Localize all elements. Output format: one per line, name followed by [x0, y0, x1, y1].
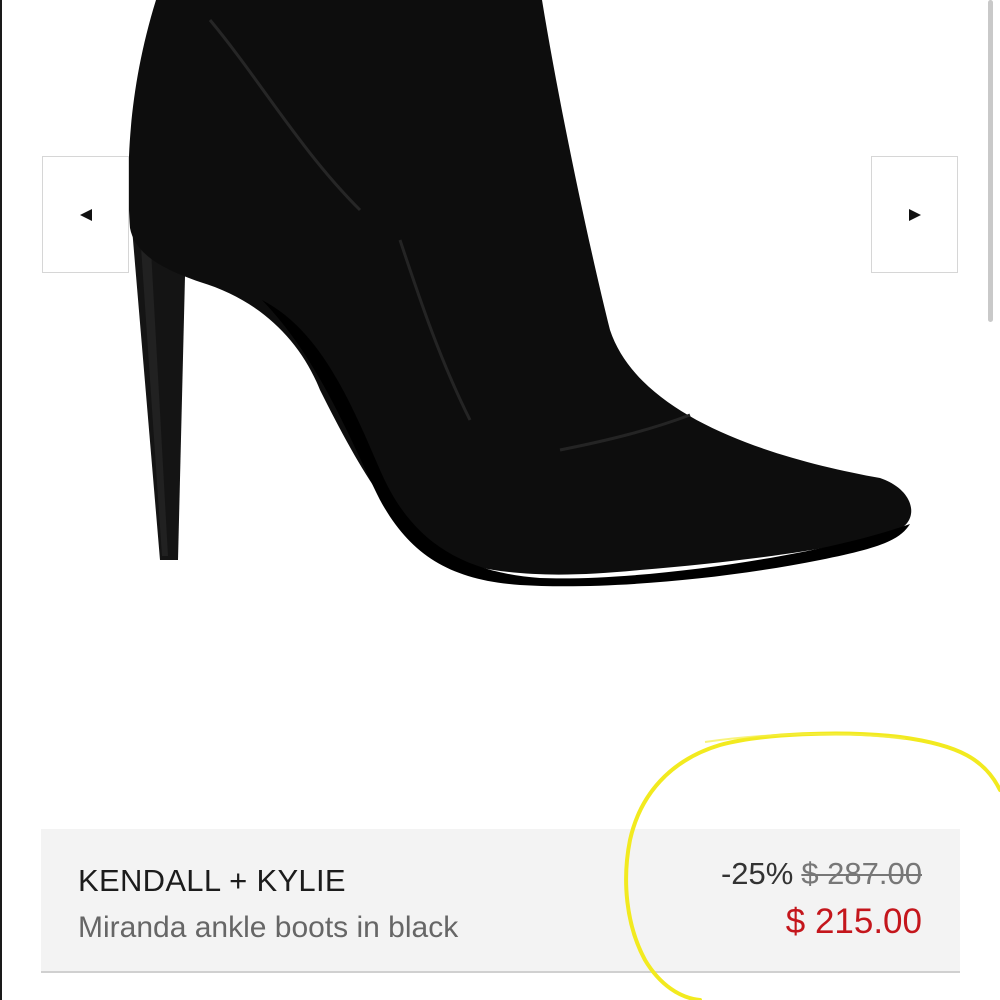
previous-image-button[interactable]: [42, 156, 129, 273]
caret-right-icon: [908, 208, 921, 221]
left-edge-line: [0, 0, 2, 1000]
sale-price: $ 215.00: [785, 902, 922, 941]
brand-name: KENDALL + KYLIE: [78, 863, 346, 898]
discount-row: -25% $ 287.00: [721, 856, 922, 892]
product-page: KENDALL + KYLIE Miranda ankle boots in b…: [0, 0, 1000, 1000]
discount-badge: -25%: [720, 856, 794, 891]
product-info-card[interactable]: KENDALL + KYLIE Miranda ankle boots in b…: [41, 829, 960, 973]
caret-left-icon: [79, 208, 92, 221]
product-name: Miranda ankle boots in black: [78, 911, 459, 944]
scrollbar-thumb[interactable]: [988, 0, 993, 322]
product-image[interactable]: [0, 0, 1000, 820]
next-image-button[interactable]: [871, 156, 958, 273]
original-price: $ 287.00: [801, 856, 922, 891]
boot-body: [128, 0, 912, 575]
